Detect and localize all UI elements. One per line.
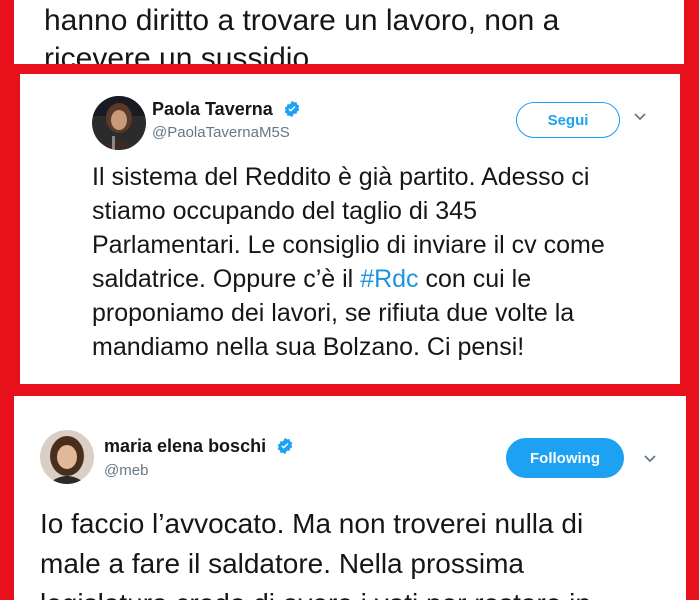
tweet-text: Io faccio l’avvocato. Ma non troverei nu… [40,504,591,600]
tweet-text-line: mandiamo nella sua Bolzano. Ci pensi! [92,333,525,361]
avatar-photo-icon [92,96,146,150]
tweet-text-segment: saldatrice. Oppure c’è il [92,265,361,293]
following-button[interactable]: Following [506,438,624,478]
author-handle[interactable]: @PaolaTavernaM5S [152,124,290,141]
author-name[interactable]: maria elena boschi [104,436,294,460]
author-name-text: Paola Taverna [152,99,273,119]
top-tweet-fragment: hanno diritto a trovare un lavoro, non a… [14,0,684,64]
verified-badge-icon [283,100,301,123]
top-tweet-line-2: ricevere un sussidio [44,42,310,64]
avatar[interactable] [40,430,94,484]
tweet-text-line: Il sistema del Reddito è già partito. Ad… [92,163,590,191]
tweet-text-line: Io faccio l’avvocato. Ma non troverei nu… [40,508,584,539]
tweet-text-line: legislatura credo di avere i voti per re… [40,584,591,600]
avatar[interactable] [92,96,146,150]
tweet-paola-taverna: Paola Taverna @PaolaTavernaM5S Segui Il … [20,74,680,384]
tweet-text-line: Parlamentari. Le consiglio di inviare il… [92,231,605,259]
author-name[interactable]: Paola Taverna [152,99,301,123]
follow-button[interactable]: Segui [516,102,620,138]
chevron-down-icon[interactable] [642,450,658,471]
tweet-text-line: proponiamo dei lavori, se rifiuta due vo… [92,299,575,327]
tweet-text-line: male a fare il saldatore. Nella prossima [40,548,524,579]
tweet-maria-elena-boschi: maria elena boschi @meb Following Io fac… [14,396,686,600]
author-name-text: maria elena boschi [104,436,267,456]
tweet-text-line: saldatrice. Oppure c’è il #Rdc con cui l… [92,262,605,296]
tweet-text-segment: con cui le [418,265,532,293]
tweet-text-line: stiamo occupando del taglio di 345 [92,197,477,225]
tweet-text: Il sistema del Reddito è già partito. Ad… [92,160,605,364]
top-tweet-line-1: hanno diritto a trovare un lavoro, non a [44,4,560,37]
verified-badge-icon [276,437,294,460]
hashtag-link[interactable]: #Rdc [360,265,418,293]
chevron-down-icon[interactable] [632,108,648,129]
avatar-photo-icon [40,430,94,484]
author-handle[interactable]: @meb [104,462,148,479]
